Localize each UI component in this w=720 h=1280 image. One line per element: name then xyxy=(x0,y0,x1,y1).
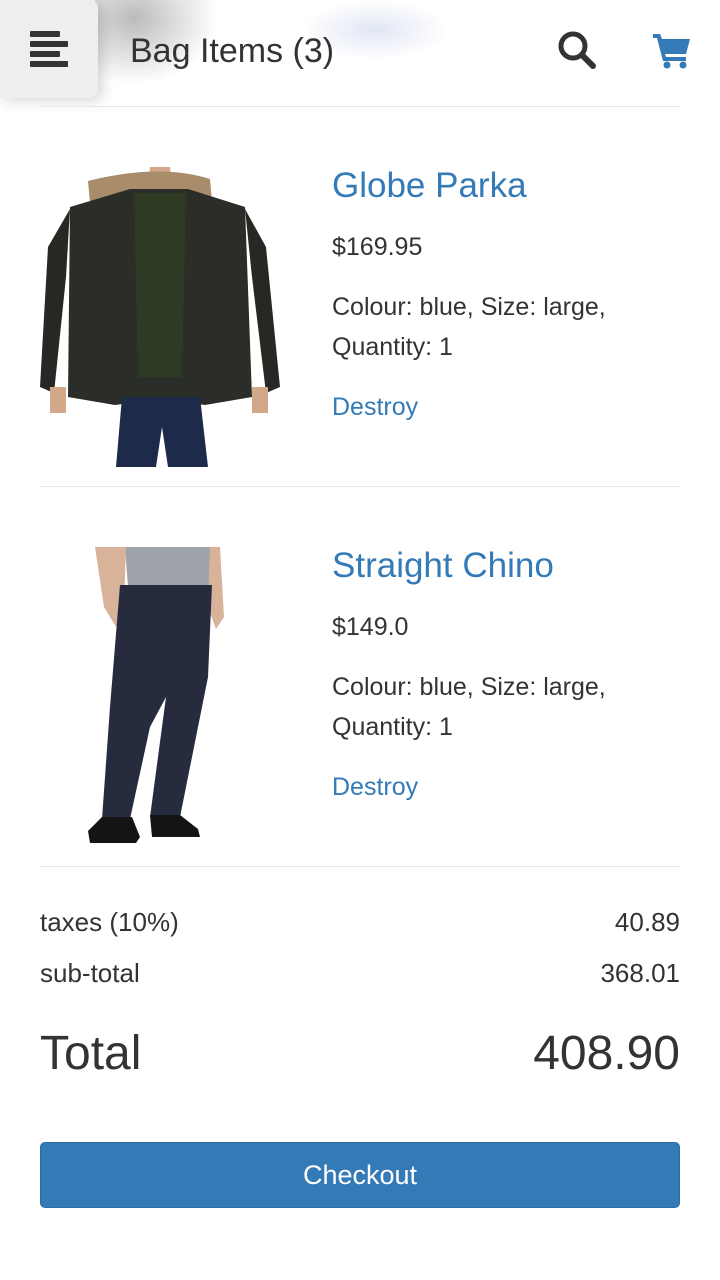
checkout-button[interactable]: Checkout xyxy=(40,1142,680,1208)
chino-photo xyxy=(88,547,224,843)
menu-button[interactable] xyxy=(0,0,98,98)
destroy-link[interactable]: Destroy xyxy=(332,391,418,423)
bag-item: Straight Chino $149.0 Colour: blue, Size… xyxy=(40,487,680,867)
menu-icon xyxy=(30,31,68,67)
item-attributes: Colour: blue, Size: large, Quantity: 1 xyxy=(332,673,606,741)
taxes-value: 40.89 xyxy=(614,907,680,937)
destroy-link[interactable]: Destroy xyxy=(332,771,418,803)
app-header: Bag Items (3) xyxy=(0,0,720,100)
item-name-link[interactable]: Straight Chino xyxy=(332,545,554,587)
item-price: $149.0 xyxy=(332,613,409,641)
cart-button[interactable] xyxy=(652,30,692,70)
cart-icon xyxy=(653,34,690,69)
divider xyxy=(40,866,680,867)
total-label: Total xyxy=(40,1027,142,1080)
parka-photo xyxy=(40,167,280,467)
item-price: $169.95 xyxy=(332,233,423,261)
search-button[interactable] xyxy=(555,28,599,72)
total-value: 408.90 xyxy=(533,1027,680,1080)
subtotal-value: 368.01 xyxy=(600,958,680,988)
search-icon xyxy=(558,31,596,69)
item-attributes: Colour: blue, Size: large, Quantity: 1 xyxy=(332,293,606,361)
total-row: Total 408.90 xyxy=(40,1026,680,1082)
page-title: Bag Items (3) xyxy=(130,32,335,70)
item-name-link[interactable]: Globe Parka xyxy=(332,165,527,207)
bag-item: Globe Parka $169.95 Colour: blue, Size: … xyxy=(40,107,680,487)
taxes-row: taxes (10%) 40.89 xyxy=(40,905,680,939)
subtotal-label: sub-total xyxy=(40,958,140,988)
taxes-label: taxes (10%) xyxy=(40,907,179,937)
subtotal-row: sub-total 368.01 xyxy=(40,956,680,990)
